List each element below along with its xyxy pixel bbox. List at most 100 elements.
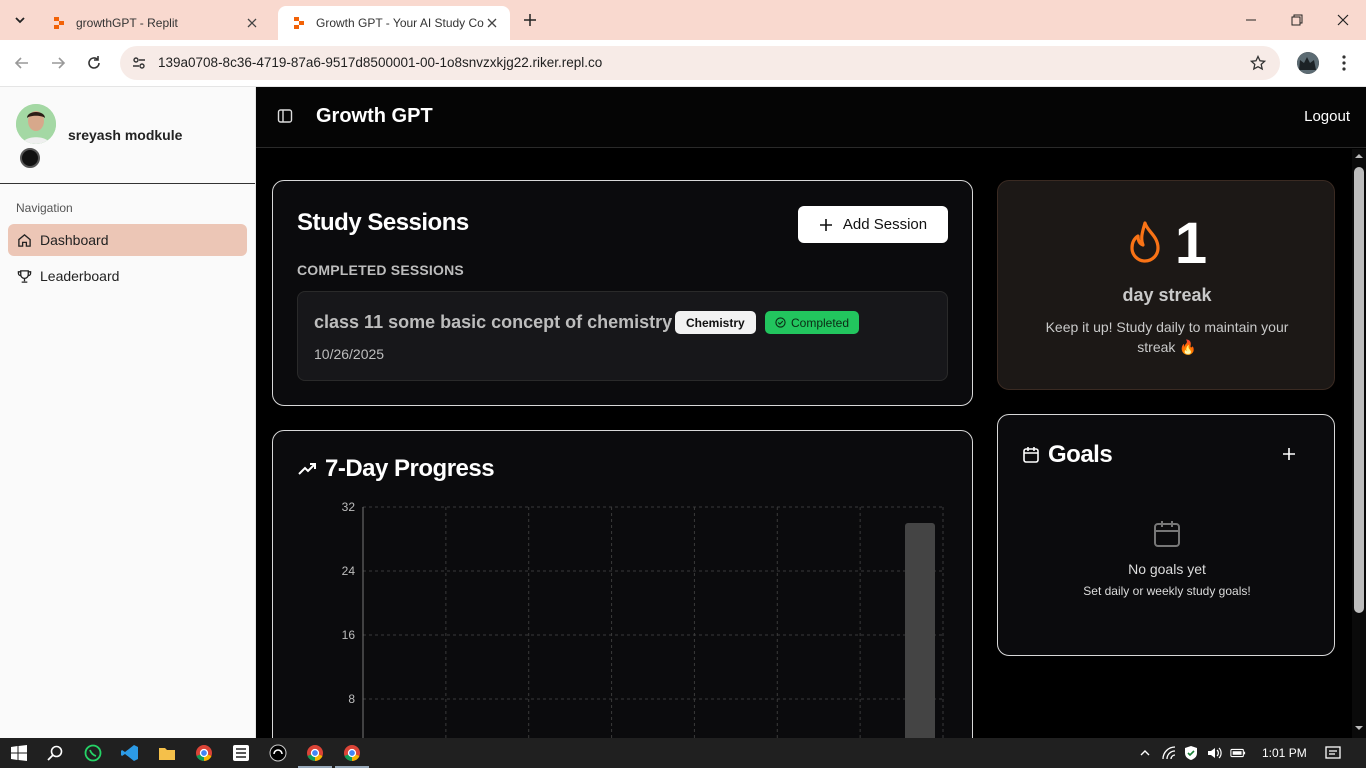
browser-tab-strip: growthGPT - Replit Growth GPT - Your AI … <box>0 0 1366 40</box>
status-badge: Completed <box>765 311 860 334</box>
site-info-icon[interactable] <box>130 54 148 72</box>
restore-icon <box>1291 14 1303 26</box>
browser-menu-button[interactable] <box>1334 52 1354 74</box>
add-session-button[interactable]: Add Session <box>798 206 948 243</box>
chrome-icon[interactable] <box>335 742 369 768</box>
volume-icon[interactable] <box>1206 745 1222 761</box>
restore-window-button[interactable] <box>1285 8 1309 32</box>
windows-start-icon[interactable] <box>8 742 30 764</box>
y-tick-label: 8 <box>348 692 355 706</box>
user-name: sreyash modkule <box>68 127 183 143</box>
study-sessions-title: Study Sessions <box>297 209 469 236</box>
calendar-icon <box>1022 446 1040 464</box>
sidebar-toggle-icon[interactable] <box>277 108 295 126</box>
browser-tab-replit[interactable]: growthGPT - Replit <box>38 6 270 40</box>
sidebar-item-leaderboard[interactable]: Leaderboard <box>8 260 247 292</box>
completed-sessions-label: COMPLETED SESSIONS <box>297 262 464 278</box>
home-icon <box>16 232 32 248</box>
empty-goals-title: No goals yet <box>1128 561 1206 577</box>
streak-card: 1 day streak Keep it up! Study daily to … <box>997 180 1335 390</box>
vscode-icon[interactable] <box>119 742 141 764</box>
browser-toolbar: 139a0708-8c36-4719-87a6-9517d8500001-00-… <box>0 40 1366 87</box>
minimize-window-button[interactable] <box>1239 8 1263 32</box>
y-tick-label: 32 <box>342 500 356 514</box>
forward-button[interactable] <box>47 52 69 74</box>
calendar-icon <box>1152 519 1182 549</box>
study-sessions-card: Study Sessions Add Session COMPLETED SES… <box>272 180 973 406</box>
bookmark-star-icon[interactable] <box>1248 53 1268 73</box>
goals-title: Goals <box>1048 441 1113 468</box>
chrome-icon[interactable] <box>193 742 215 764</box>
page-title: Growth GPT <box>316 105 433 127</box>
tab-title: growthGPT - Replit <box>76 16 178 30</box>
streak-label: day streak <box>1122 285 1212 305</box>
status-badge <box>20 148 40 168</box>
scroll-down-icon[interactable] <box>1355 724 1363 732</box>
battery-icon[interactable] <box>1230 745 1246 761</box>
back-button[interactable] <box>11 52 33 74</box>
url-text: 139a0708-8c36-4719-87a6-9517d8500001-00-… <box>158 55 603 70</box>
sidebar-item-dashboard[interactable]: Dashboard <box>8 224 247 256</box>
sidebar-item-label: Dashboard <box>40 232 109 248</box>
add-goal-button[interactable] <box>1282 447 1298 463</box>
app-sidebar: sreyash modkule Navigation Dashboard Lea… <box>0 87 256 738</box>
status-label: Completed <box>791 315 850 330</box>
reload-button[interactable] <box>83 52 105 74</box>
close-tab-icon[interactable] <box>484 15 500 31</box>
search-icon[interactable] <box>44 742 66 764</box>
session-title: class 11 some basic concept of chemistry <box>314 312 673 332</box>
close-tab-icon[interactable] <box>244 15 260 31</box>
file-explorer-icon[interactable] <box>156 742 178 764</box>
windows-taskbar: 1:01 PM <box>0 738 1366 768</box>
plus-icon <box>524 14 536 26</box>
chevron-down-icon <box>15 17 25 24</box>
close-icon <box>1337 14 1349 26</box>
progress-title: 7-Day Progress <box>325 455 495 482</box>
whatsapp-icon[interactable] <box>82 742 104 764</box>
logout-button[interactable]: Logout <box>1304 108 1350 125</box>
goals-card: Goals No goals yet Set daily or weekly s… <box>997 414 1335 656</box>
chrome-icon[interactable] <box>298 742 332 768</box>
security-shield-icon[interactable] <box>1183 745 1199 761</box>
arrow-left-icon <box>14 57 28 69</box>
taskbar-clock[interactable]: 1:01 PM <box>1262 746 1307 760</box>
wifi-icon[interactable] <box>1161 745 1177 761</box>
address-bar[interactable]: 139a0708-8c36-4719-87a6-9517d8500001-00-… <box>120 46 1280 80</box>
app-icon[interactable] <box>267 742 289 764</box>
replit-favicon-icon <box>292 16 306 30</box>
scroll-up-icon[interactable] <box>1355 152 1363 160</box>
browser-tab-growthgpt[interactable]: Growth GPT - Your AI Study Co <box>278 6 510 40</box>
new-tab-button[interactable] <box>520 10 540 30</box>
main-content: Growth GPT Logout Study Sessions Add Ses… <box>256 87 1366 738</box>
trending-up-icon <box>297 459 317 479</box>
streak-message: Keep it up! Study daily to maintain your… <box>1045 319 1289 355</box>
scrollbar-thumb[interactable] <box>1354 167 1364 613</box>
empty-goals-subtitle: Set daily or weekly study goals! <box>1083 584 1251 598</box>
replit-favicon-icon <box>52 16 66 30</box>
nav-group-label: Navigation <box>16 201 73 215</box>
y-tick-label: 16 <box>342 628 356 642</box>
tab-search-button[interactable] <box>8 8 32 32</box>
plus-icon <box>1283 448 1295 460</box>
avatar[interactable] <box>16 104 56 144</box>
y-tick-label: 24 <box>342 564 356 578</box>
sidebar-divider <box>0 183 255 184</box>
streak-count: 1 <box>1174 211 1208 276</box>
plus-icon <box>819 218 833 232</box>
close-window-button[interactable] <box>1331 8 1355 32</box>
list-item[interactable]: class 11 some basic concept of chemistry… <box>297 291 948 381</box>
browser-profile-avatar[interactable] <box>1297 52 1319 74</box>
chevron-up-icon[interactable] <box>1137 745 1153 761</box>
progress-card: 7-Day Progress 8 16 24 32 <box>272 430 973 738</box>
app-icon[interactable] <box>230 742 252 764</box>
add-session-label: Add Session <box>842 216 928 233</box>
sidebar-item-label: Leaderboard <box>40 268 120 284</box>
minimize-icon <box>1246 19 1256 21</box>
tab-title: Growth GPT - Your AI Study Co <box>316 16 484 30</box>
progress-chart: 8 16 24 32 <box>342 500 944 738</box>
session-date: 10/26/2025 <box>314 346 385 362</box>
notifications-icon[interactable] <box>1325 745 1341 761</box>
more-vertical-icon <box>1342 55 1346 71</box>
flame-icon <box>1127 220 1163 269</box>
reload-icon <box>88 56 100 69</box>
